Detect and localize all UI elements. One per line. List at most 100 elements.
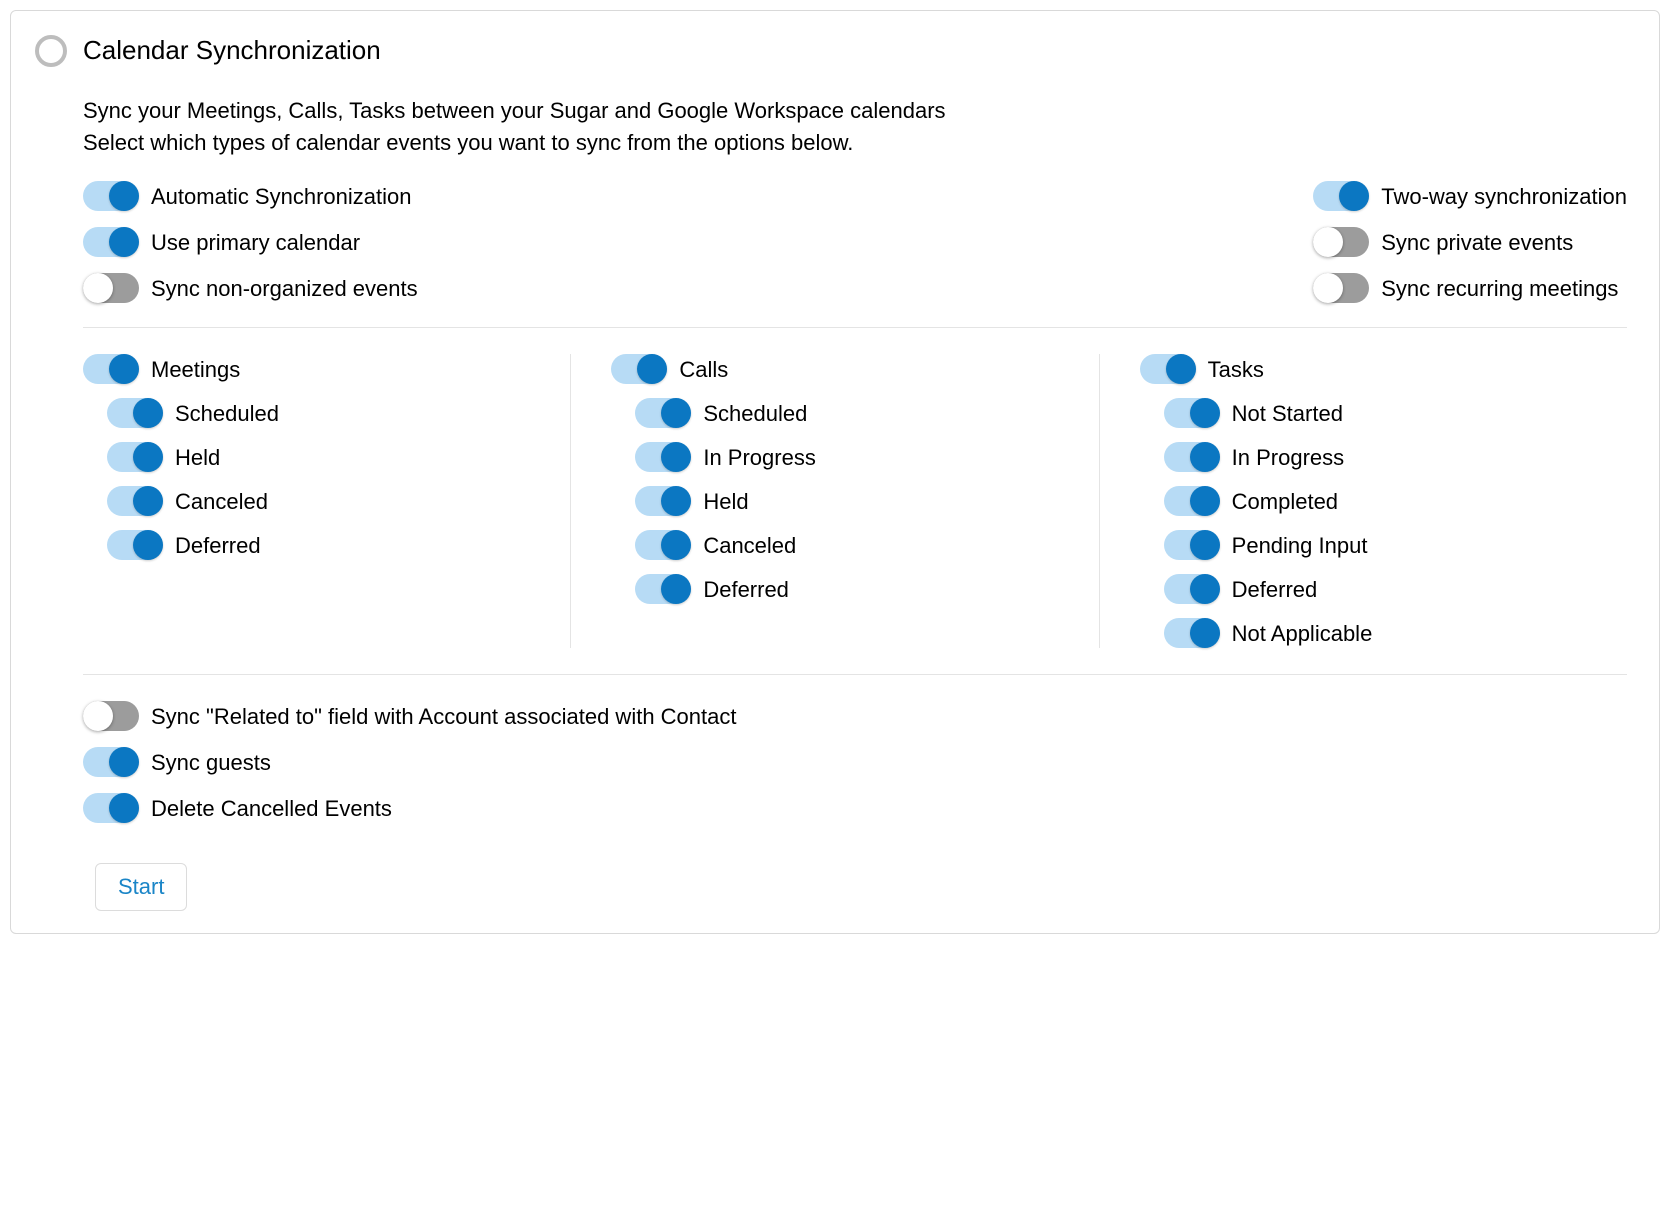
toggle-label-tasks-completed: Completed bbox=[1232, 487, 1338, 517]
toggle-calls: Calls bbox=[611, 354, 1088, 384]
toggle-switch-calls-held[interactable] bbox=[635, 486, 691, 516]
toggle-knob-icon bbox=[109, 181, 139, 211]
toggle-switch-meetings[interactable] bbox=[83, 354, 139, 384]
toggle-switch-calls-canceled[interactable] bbox=[635, 530, 691, 560]
toggle-label-tasks-not-started: Not Started bbox=[1232, 399, 1343, 429]
top-toggles-left: Automatic Synchronization Use primary cal… bbox=[83, 181, 418, 303]
toggle-label-sync-guests: Sync guests bbox=[151, 748, 271, 778]
toggle-sync-recurring: Sync recurring meetings bbox=[1313, 273, 1627, 303]
toggle-use-primary-calendar: Use primary calendar bbox=[83, 227, 418, 257]
toggle-knob-icon bbox=[661, 398, 691, 428]
toggle-knob-icon bbox=[109, 747, 139, 777]
top-toggles-right: Two-way synchronization Sync private even… bbox=[1313, 181, 1627, 303]
toggle-two-way-sync: Two-way synchronization bbox=[1313, 181, 1627, 211]
toggle-switch-calls-deferred[interactable] bbox=[635, 574, 691, 604]
toggle-knob-icon bbox=[109, 793, 139, 823]
toggle-knob-icon bbox=[1190, 398, 1220, 428]
toggle-meetings-canceled: Canceled bbox=[107, 486, 560, 516]
toggle-switch-use-primary-calendar[interactable] bbox=[83, 227, 139, 257]
toggle-meetings: Meetings bbox=[83, 354, 560, 384]
calendar-sync-panel: Calendar Synchronization Sync your Meeti… bbox=[10, 10, 1660, 934]
toggle-sync-private-events: Sync private events bbox=[1313, 227, 1627, 257]
toggle-switch-tasks-not-applicable[interactable] bbox=[1164, 618, 1220, 648]
toggle-label-meetings-scheduled: Scheduled bbox=[175, 399, 279, 429]
toggle-automatic-sync: Automatic Synchronization bbox=[83, 181, 418, 211]
toggle-label-calls-scheduled: Scheduled bbox=[703, 399, 807, 429]
toggle-meetings-scheduled: Scheduled bbox=[107, 398, 560, 428]
toggle-switch-calls[interactable] bbox=[611, 354, 667, 384]
toggle-label-meetings-canceled: Canceled bbox=[175, 487, 268, 517]
toggle-label-use-primary-calendar: Use primary calendar bbox=[151, 228, 360, 258]
toggle-switch-sync-related-to[interactable] bbox=[83, 701, 139, 731]
toggle-tasks-not-applicable: Not Applicable bbox=[1164, 618, 1617, 648]
toggle-switch-sync-non-organized[interactable] bbox=[83, 273, 139, 303]
toggle-switch-delete-cancelled[interactable] bbox=[83, 793, 139, 823]
toggle-label-sync-related-to: Sync "Related to" field with Account ass… bbox=[151, 702, 736, 732]
toggle-switch-meetings-canceled[interactable] bbox=[107, 486, 163, 516]
toggle-knob-icon bbox=[1190, 574, 1220, 604]
toggle-label-meetings-deferred: Deferred bbox=[175, 531, 261, 561]
toggle-switch-tasks[interactable] bbox=[1140, 354, 1196, 384]
toggle-label-calls-in-progress: In Progress bbox=[703, 443, 816, 473]
toggle-meetings-deferred: Deferred bbox=[107, 530, 560, 560]
toggle-label-automatic-sync: Automatic Synchronization bbox=[151, 182, 411, 212]
toggle-switch-tasks-not-started[interactable] bbox=[1164, 398, 1220, 428]
toggle-tasks-deferred: Deferred bbox=[1164, 574, 1617, 604]
toggle-switch-sync-private-events[interactable] bbox=[1313, 227, 1369, 257]
toggle-label-sync-recurring: Sync recurring meetings bbox=[1381, 274, 1618, 304]
toggle-calls-in-progress: In Progress bbox=[635, 442, 1088, 472]
toggle-knob-icon bbox=[1313, 273, 1343, 303]
toggle-label-calls-held: Held bbox=[703, 487, 748, 517]
toggle-sync-related-to: Sync "Related to" field with Account ass… bbox=[83, 701, 1627, 731]
toggle-calls-scheduled: Scheduled bbox=[635, 398, 1088, 428]
toggle-switch-automatic-sync[interactable] bbox=[83, 181, 139, 211]
toggle-switch-two-way-sync[interactable] bbox=[1313, 181, 1369, 211]
modules-grid: Meetings Scheduled Held Canceled Deferred Ca… bbox=[83, 354, 1627, 648]
toggle-label-calls: Calls bbox=[679, 355, 728, 385]
toggle-switch-sync-guests[interactable] bbox=[83, 747, 139, 777]
toggle-switch-calls-scheduled[interactable] bbox=[635, 398, 691, 428]
toggle-label-tasks: Tasks bbox=[1208, 355, 1264, 385]
module-col-calls: Calls Scheduled In Progress Held Canceled Def… bbox=[570, 354, 1098, 648]
toggle-switch-calls-in-progress[interactable] bbox=[635, 442, 691, 472]
toggle-knob-icon bbox=[1190, 618, 1220, 648]
toggle-switch-meetings-held[interactable] bbox=[107, 442, 163, 472]
toggle-label-meetings: Meetings bbox=[151, 355, 240, 385]
toggle-switch-tasks-pending-input[interactable] bbox=[1164, 530, 1220, 560]
toggle-meetings-held: Held bbox=[107, 442, 560, 472]
toggle-knob-icon bbox=[133, 442, 163, 472]
toggle-knob-icon bbox=[83, 273, 113, 303]
module-col-tasks: Tasks Not Started In Progress Completed Pend… bbox=[1099, 354, 1627, 648]
start-button[interactable]: Start bbox=[95, 863, 187, 911]
toggle-knob-icon bbox=[109, 354, 139, 384]
toggle-knob-icon bbox=[83, 701, 113, 731]
toggle-calls-deferred: Deferred bbox=[635, 574, 1088, 604]
module-col-meetings: Meetings Scheduled Held Canceled Deferred bbox=[83, 354, 570, 648]
toggle-knob-icon bbox=[661, 530, 691, 560]
toggle-tasks-pending-input: Pending Input bbox=[1164, 530, 1617, 560]
toggle-knob-icon bbox=[1339, 181, 1369, 211]
toggle-calls-held: Held bbox=[635, 486, 1088, 516]
toggle-label-calls-canceled: Canceled bbox=[703, 531, 796, 561]
toggle-switch-tasks-deferred[interactable] bbox=[1164, 574, 1220, 604]
toggle-knob-icon bbox=[661, 486, 691, 516]
extra-toggles: Sync "Related to" field with Account ass… bbox=[83, 701, 1627, 823]
toggle-knob-icon bbox=[1190, 486, 1220, 516]
toggle-label-tasks-pending-input: Pending Input bbox=[1232, 531, 1368, 561]
toggle-sync-non-organized: Sync non-organized events bbox=[83, 273, 418, 303]
toggle-switch-tasks-completed[interactable] bbox=[1164, 486, 1220, 516]
toggle-tasks: Tasks bbox=[1140, 354, 1617, 384]
toggle-knob-icon bbox=[661, 442, 691, 472]
toggle-label-sync-private-events: Sync private events bbox=[1381, 228, 1573, 258]
toggle-switch-tasks-in-progress[interactable] bbox=[1164, 442, 1220, 472]
toggle-switch-sync-recurring[interactable] bbox=[1313, 273, 1369, 303]
toggle-tasks-in-progress: In Progress bbox=[1164, 442, 1617, 472]
toggle-knob-icon bbox=[133, 530, 163, 560]
toggle-switch-meetings-deferred[interactable] bbox=[107, 530, 163, 560]
toggle-label-tasks-not-applicable: Not Applicable bbox=[1232, 619, 1373, 649]
toggle-tasks-completed: Completed bbox=[1164, 486, 1617, 516]
toggle-calls-canceled: Canceled bbox=[635, 530, 1088, 560]
panel-title: Calendar Synchronization bbox=[83, 33, 381, 68]
toggle-switch-meetings-scheduled[interactable] bbox=[107, 398, 163, 428]
toggle-knob-icon bbox=[109, 227, 139, 257]
